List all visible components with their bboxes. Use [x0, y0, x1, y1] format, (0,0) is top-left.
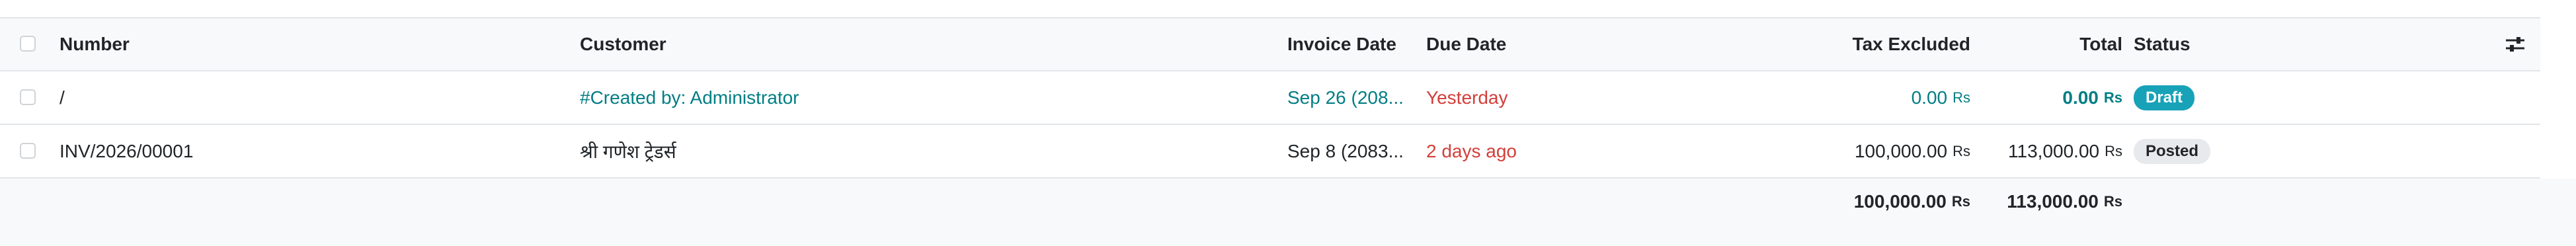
column-header-status[interactable]: Status [2134, 19, 2266, 70]
status-badge: Posted [2134, 138, 2211, 164]
invoice-date-value: Sep 8 (2083... [1287, 140, 1404, 161]
due-date: Yesterday [1426, 87, 1508, 108]
invoice-date: Sep 8 (2083... [1287, 125, 1420, 177]
tax-excluded-amount: 100,000.00 Rs [1719, 125, 1970, 177]
column-header-invoice-date[interactable]: Invoice Date [1287, 19, 1420, 70]
row-checkbox[interactable] [20, 142, 36, 159]
status-cell: Posted [2134, 125, 2266, 177]
column-header-customer-label: Customer [580, 34, 666, 54]
column-header-total[interactable]: Total [1977, 19, 2122, 70]
column-settings-button[interactable] [2499, 19, 2526, 70]
currency-symbol: Rs [2103, 89, 2122, 106]
invoice-date-value: Sep 26 (208... [1287, 87, 1404, 108]
column-header-tax-excluded[interactable]: Tax Excluded [1719, 19, 1970, 70]
sum-total: 113,000.00 Rs [1977, 179, 2122, 225]
total-amount: 113,000.00 Rs [1977, 125, 2122, 177]
sliders-icon [2506, 37, 2524, 52]
column-header-invoice-date-label: Invoice Date [1287, 34, 1396, 54]
column-header-total-label: Total [2079, 34, 2122, 54]
column-header-tax-excluded-label: Tax Excluded [1852, 34, 1970, 54]
tax-excluded-amount: 0.00 Rs [1719, 71, 1970, 124]
total-value: 113,000.00 [2008, 140, 2100, 161]
tax-excluded-value: 100,000.00 [1854, 140, 1948, 161]
currency-symbol: Rs [2105, 142, 2122, 159]
table-footer-totals: 100,000.00 Rs 113,000.00 Rs [0, 179, 2576, 246]
currency-symbol: Rs [1951, 193, 1970, 210]
table-header: Number Customer Invoice Date Due Date Ta… [0, 17, 2540, 71]
sum-tax-excluded: 100,000.00 Rs [1719, 179, 1970, 225]
status-cell: Draft [2134, 71, 2266, 124]
column-header-due-date[interactable]: Due Date [1426, 19, 1611, 70]
status-badge: Draft [2134, 85, 2195, 110]
total-value: 0.00 [2062, 87, 2099, 108]
total-amount: 0.00 Rs [1977, 71, 2122, 124]
column-header-status-label: Status [2134, 34, 2191, 54]
table-row[interactable]: INV/2026/00001 श्री गणेश ट्रेडर्स Sep 8 … [0, 125, 2540, 179]
customer-name: श्री गणेश ट्रेडर्स [580, 141, 676, 162]
currency-symbol: Rs [2103, 193, 2122, 210]
due-date: 2 days ago [1426, 140, 1517, 161]
invoice-number: / [60, 87, 65, 108]
column-header-due-date-label: Due Date [1426, 34, 1507, 54]
select-all-checkbox[interactable] [20, 36, 36, 52]
sum-total-value: 113,000.00 [2007, 191, 2099, 212]
invoice-date: Sep 26 (208... [1287, 71, 1420, 124]
tax-excluded-value: 0.00 [1911, 87, 1948, 108]
column-header-number[interactable]: Number [60, 19, 575, 70]
top-strip [0, 0, 2576, 17]
invoice-number: INV/2026/00001 [60, 140, 194, 161]
table-row[interactable]: / #Created by: Administrator Sep 26 (208… [0, 71, 2540, 125]
currency-symbol: Rs [1952, 89, 1970, 106]
column-header-customer[interactable]: Customer [580, 19, 1281, 70]
currency-symbol: Rs [1952, 142, 1970, 159]
row-checkbox[interactable] [20, 89, 36, 105]
sum-tax-excluded-value: 100,000.00 [1853, 191, 1947, 212]
customer-name: #Created by: Administrator [580, 87, 799, 108]
column-header-number-label: Number [60, 34, 130, 54]
